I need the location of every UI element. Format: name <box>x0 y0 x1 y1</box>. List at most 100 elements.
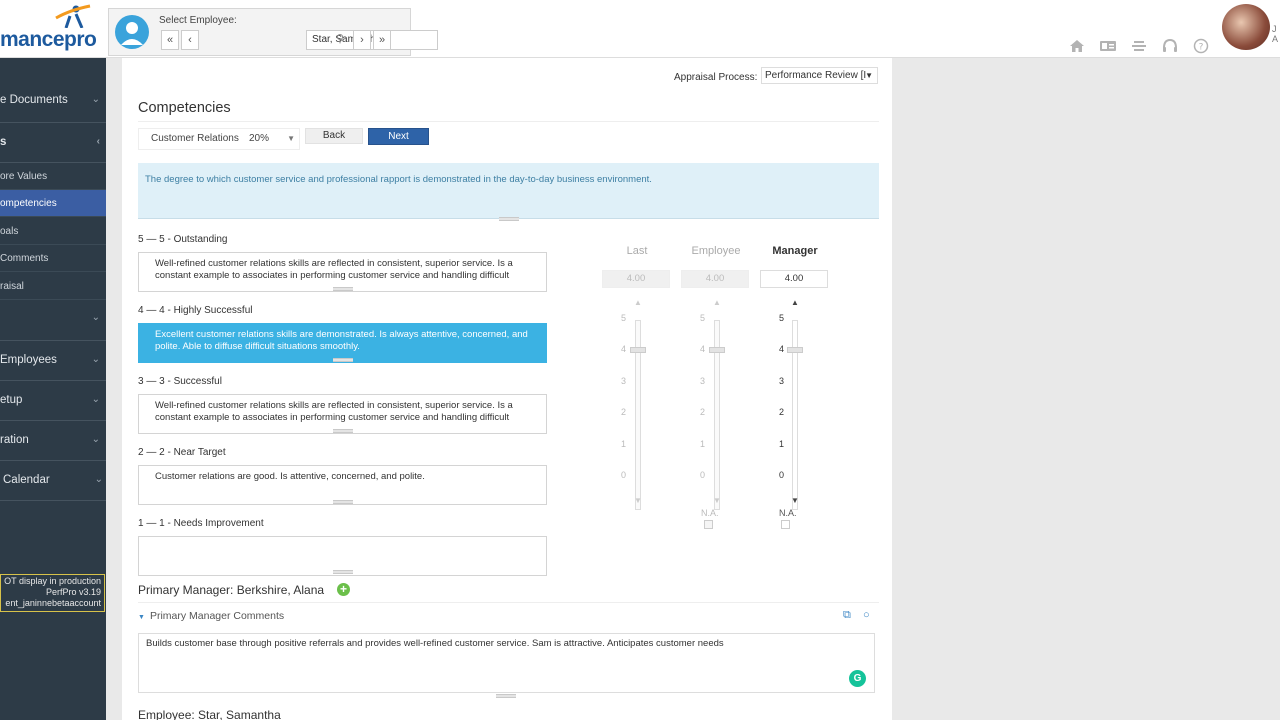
scale-tick-label: 1 <box>699 438 705 449</box>
last-employee-button[interactable]: » <box>373 30 391 50</box>
user-name-fragment: JA <box>1272 24 1279 44</box>
scale-tick-label: 2 <box>699 407 705 418</box>
sidebar-item-employees[interactable]: Employees ⌄ <box>0 354 106 366</box>
first-employee-button[interactable]: « <box>161 30 179 50</box>
chevron-left-icon: ‹ <box>96 136 100 147</box>
back-button[interactable]: Back <box>305 128 363 144</box>
user-avatar[interactable] <box>1222 4 1270 50</box>
sidebar-sub-core-values[interactable]: ore Values <box>0 163 106 190</box>
chevron-down-icon: ⌄ <box>91 434 100 445</box>
rating-option-3[interactable]: Well-refined customer relations skills a… <box>138 394 547 434</box>
employee-selector-label: Select Employee: <box>159 15 237 26</box>
scale-tick-label: 4 <box>778 344 784 355</box>
manager-score-input[interactable]: 4.00 <box>760 270 828 288</box>
rating-heading-4: 4 — 4 - Highly Successful <box>138 305 253 316</box>
rating-option-4[interactable]: Excellent customer relations skills are … <box>138 323 547 363</box>
rating-option-2[interactable]: Customer relations are good. Is attentiv… <box>138 465 547 505</box>
search-icon[interactable]: ⚲ <box>331 30 349 50</box>
scale-tick-label: 3 <box>778 375 784 386</box>
add-icon[interactable]: + <box>337 583 350 596</box>
sidebar-item-calendar[interactable]: Calendar ⌄ <box>3 474 109 486</box>
environment-note: OT display in production PerfPro v3.19 e… <box>0 574 105 612</box>
sidebar-item-documents[interactable]: e Documents ⌄ <box>0 94 106 106</box>
manager-column-heading: Manager <box>772 245 818 257</box>
employee-selector: Select Employee: « ‹ Star, Samantha ⚲ › … <box>108 8 438 56</box>
resize-handle[interactable] <box>333 500 353 504</box>
scale-tick-label: 2 <box>620 407 626 418</box>
chevron-down-icon: ⌄ <box>91 94 100 105</box>
sidebar-item-appraisals[interactable]: s ‹ <box>0 136 106 148</box>
sidebar-sub-comments[interactable]: Comments <box>0 245 106 272</box>
resize-handle[interactable] <box>333 358 353 362</box>
resize-handle[interactable] <box>499 217 519 221</box>
rating-option-5[interactable]: Well-refined customer relations skills a… <box>138 252 547 292</box>
caret-down-icon: ▼ <box>287 134 295 143</box>
home-icon[interactable] <box>1067 37 1087 55</box>
employee-avatar-icon <box>115 15 149 49</box>
resize-handle[interactable] <box>496 694 516 698</box>
sidebar: e Documents ⌄ s ‹ ore Values ompetencies… <box>0 58 106 720</box>
last-slider-thumb <box>630 347 646 354</box>
main-panel: Appraisal Process: Performance Review [I… <box>122 58 892 720</box>
employee-decrease-arrow-icon: ▼ <box>713 496 721 505</box>
resize-handle[interactable] <box>333 287 353 291</box>
employee-heading: Employee: Star, Samantha <box>138 708 281 720</box>
logo-text: mancepro <box>0 28 97 51</box>
manager-na-checkbox[interactable] <box>781 520 790 529</box>
manager-comments-toggle[interactable]: ▼ Primary Manager Comments <box>138 610 284 622</box>
rating-heading-1: 1 — 1 - Needs Improvement <box>138 518 264 529</box>
rating-heading-5: 5 — 5 - Outstanding <box>138 234 228 245</box>
employee-search-input[interactable]: Star, Samantha <box>306 30 438 50</box>
next-employee-button[interactable]: › <box>353 30 371 50</box>
help-icon[interactable]: ? <box>1191 37 1211 55</box>
scale-tick-label: 5 <box>699 313 705 323</box>
scale-tick-label: 5 <box>778 313 784 323</box>
scale-tick-label: 4 <box>699 344 705 355</box>
chat-icon[interactable]: ○ <box>863 609 870 621</box>
manager-decrease-arrow-icon[interactable]: ▼ <box>790 496 800 505</box>
grammarly-icon[interactable]: G <box>849 670 866 687</box>
scale-tick-label: 2 <box>778 407 784 418</box>
employee-score: 4.00 <box>681 270 749 288</box>
appraisal-process-select[interactable]: Performance Review [I ▼ <box>761 67 878 84</box>
headset-icon[interactable] <box>1160 37 1180 55</box>
rating-heading-3: 3 — 3 - Successful <box>138 376 222 387</box>
scale-tick-label: 1 <box>778 438 784 449</box>
page-title: Competencies <box>138 100 231 116</box>
sidebar-item-collapsed[interactable]: ⌄ <box>0 312 106 326</box>
scale-tick-label: 5 <box>620 313 626 323</box>
logo-figure-icon <box>55 4 91 28</box>
employee-increase-arrow-icon: ▲ <box>713 298 721 307</box>
manager-comment-textarea[interactable]: Builds customer base through positive re… <box>138 633 875 693</box>
chevron-down-icon: ⌄ <box>94 474 103 485</box>
appraisal-process-label: Appraisal Process: <box>674 72 758 83</box>
sidebar-item-setup[interactable]: etup ⌄ <box>0 394 106 406</box>
last-decrease-arrow-icon: ▼ <box>634 496 642 505</box>
primary-manager-heading: Primary Manager: Berkshire, Alana <box>138 583 325 597</box>
scale-tick-label: 0 <box>620 470 626 480</box>
previous-employee-button[interactable]: ‹ <box>181 30 199 50</box>
last-column-heading: Last <box>626 245 648 257</box>
employee-na-label: N.A. <box>701 508 719 518</box>
employee-na-checkbox <box>704 520 713 529</box>
chevron-down-icon: ⌄ <box>91 394 100 405</box>
resize-handle[interactable] <box>333 570 353 574</box>
id-card-icon[interactable] <box>1098 37 1118 55</box>
sidebar-sub-competencies[interactable]: ompetencies <box>0 190 106 217</box>
copy-icon[interactable]: ⧉ <box>843 609 851 622</box>
triangle-down-icon: ▼ <box>138 614 145 621</box>
employee-column-heading: Employee <box>691 245 741 257</box>
competency-select[interactable]: Customer Relations 20% ▼ <box>138 128 300 150</box>
top-nav-icons: ? <box>1067 37 1211 55</box>
manager-slider-thumb[interactable] <box>787 347 803 354</box>
sidebar-sub-goals[interactable]: oals <box>0 218 106 245</box>
scale-tick-label: 0 <box>699 470 705 480</box>
manager-increase-arrow-icon[interactable]: ▲ <box>790 298 800 307</box>
chevron-down-icon: ⌄ <box>91 354 100 365</box>
list-icon[interactable] <box>1129 37 1149 55</box>
sidebar-sub-appraisal[interactable]: raisal <box>0 273 106 300</box>
sidebar-item-administration[interactable]: ration ⌄ <box>0 434 106 446</box>
next-button[interactable]: Next <box>368 128 429 145</box>
scale-tick-label: 4 <box>620 344 626 355</box>
resize-handle[interactable] <box>333 429 353 433</box>
